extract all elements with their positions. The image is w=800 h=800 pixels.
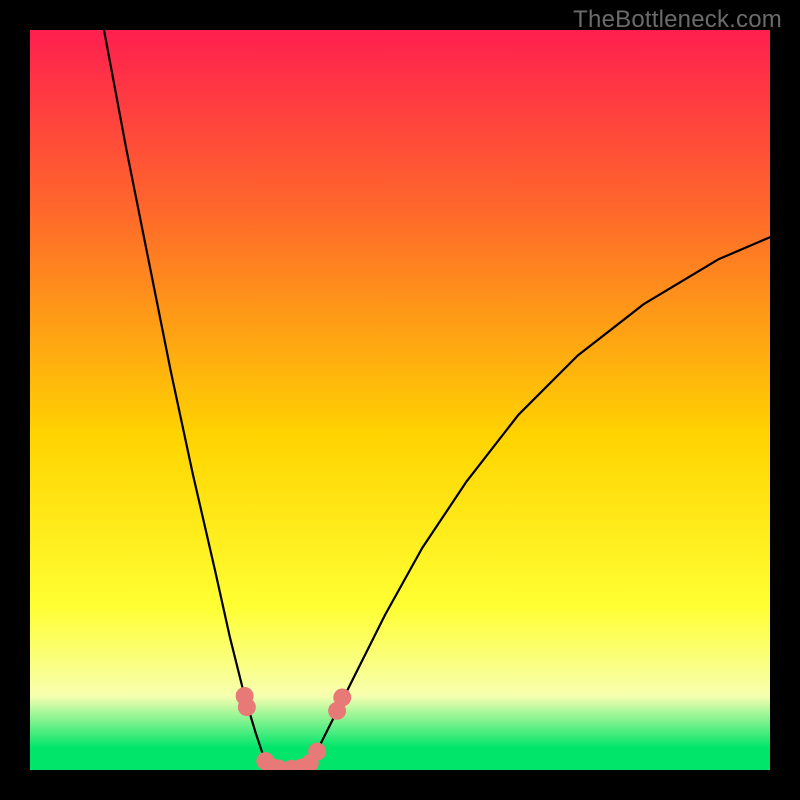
watermark-text: TheBottleneck.com	[573, 6, 782, 34]
chart-curves	[30, 30, 770, 770]
data-marker	[308, 743, 326, 761]
plot-area	[30, 30, 770, 770]
data-marker	[333, 688, 351, 706]
chart-frame: TheBottleneck.com	[0, 0, 800, 800]
curve-left-branch	[104, 30, 268, 766]
data-marker	[238, 698, 256, 716]
curve-right-branch	[308, 237, 771, 766]
